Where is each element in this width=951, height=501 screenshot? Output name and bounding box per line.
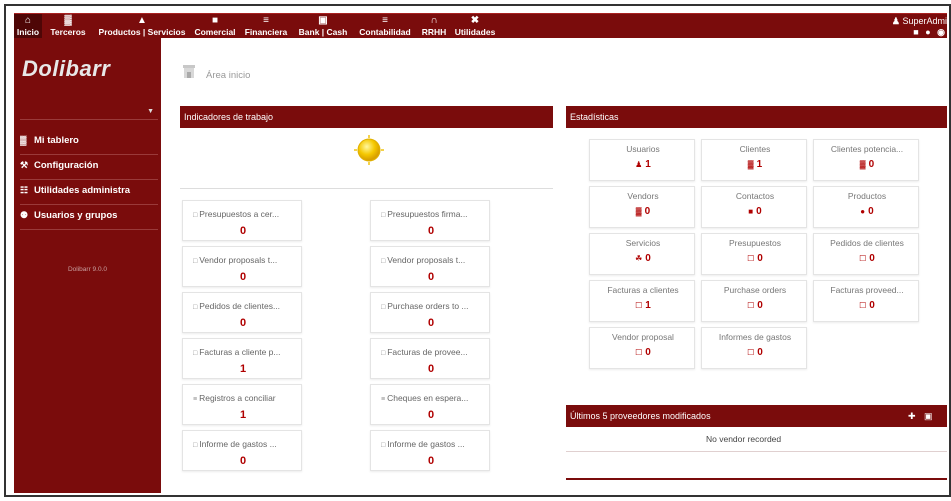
menu-productos-servicios[interactable]: ▲ Productos | Servicios — [94, 14, 190, 39]
people-icon: ∩ — [430, 15, 438, 26]
stat-box[interactable]: Pedidos de clientes ☐ 0 — [813, 233, 919, 275]
expense-report-icon: □ — [381, 442, 386, 449]
money-icon: ≡ — [263, 15, 269, 26]
menu-terceros[interactable]: ▓ Terceros — [44, 14, 92, 39]
sidebar-item-usuarios-grupos[interactable]: ⚉ Usuarios y grupos — [20, 206, 158, 230]
invoice-icon: ☐ — [859, 301, 867, 310]
panel-action-icons[interactable]: ✚ ▣ — [908, 411, 936, 422]
stat-box[interactable]: Facturas a clientes ☐ 1 — [589, 280, 695, 322]
document-icon: □ — [381, 304, 386, 311]
sidebar-item-mi-tablero[interactable]: ▓ Mi tablero — [20, 131, 158, 155]
divider — [180, 188, 553, 189]
list-icon: ☷ — [20, 185, 29, 195]
wrench-icon: ✖ — [470, 15, 480, 26]
menu-utilidades[interactable]: ✖ Utilidades — [452, 14, 498, 39]
stat-box[interactable]: Servicios ☘ 0 — [589, 233, 695, 275]
menu-contabilidad[interactable]: ≡ Contabilidad — [354, 14, 416, 39]
last-vendors-header: Últimos 5 proveedores modificados — [566, 405, 947, 427]
weather-sun-icon — [354, 135, 384, 165]
document-icon: □ — [381, 212, 386, 219]
home-icon — [183, 65, 195, 78]
indicator-card[interactable]: □ Vendor proposals t... 0 — [370, 246, 490, 287]
user-login-link[interactable]: ♟ SuperAdmi — [892, 16, 947, 27]
work-indicators-header: Indicadores de trabajo — [180, 106, 553, 128]
users-icon: ⚉ — [20, 210, 29, 220]
invoice-icon: ☐ — [635, 301, 643, 310]
menu-rrhh[interactable]: ∩ RRHH — [418, 14, 450, 39]
document-icon: ☐ — [635, 348, 643, 357]
document-icon: ☐ — [859, 254, 867, 263]
user-icon: ♟ — [635, 160, 643, 169]
version-label: Dolibarr 9.0.0 — [67, 266, 108, 273]
stat-box[interactable]: Contactos ■ 0 — [701, 186, 807, 228]
indicator-card[interactable]: □ Facturas de provee... 0 — [370, 338, 490, 379]
stat-box[interactable]: Clientes potencia... ▓ 0 — [813, 139, 919, 181]
building-icon: ▓ — [747, 160, 754, 169]
building-icon: ▓ — [859, 160, 866, 169]
stat-box[interactable]: Usuarios ♟ 1 — [589, 139, 695, 181]
cube-icon: ▲ — [137, 15, 147, 26]
home-icon: ⌂ — [24, 15, 32, 26]
stat-box[interactable]: Clientes ▓ 1 — [701, 139, 807, 181]
bank-icon: ▣ — [318, 15, 328, 26]
stat-box[interactable]: Productos ● 0 — [813, 186, 919, 228]
document-icon: □ — [193, 304, 198, 311]
menu-inicio[interactable]: ⌂ Inicio — [14, 14, 42, 39]
page-title: Área inicio — [206, 70, 251, 81]
divider — [566, 451, 947, 452]
bank-icon: ≡ — [193, 396, 198, 403]
top-menu-bar: ⌂ Inicio ▓ Terceros ▲ Productos | Servic… — [14, 13, 947, 39]
stat-box[interactable]: Vendor proposal ☐ 0 — [589, 327, 695, 369]
indicator-card[interactable]: □ Informe de gastos ... 0 — [182, 430, 302, 471]
left-sidebar: Dolibarr ▼ ▓ Mi tablero ⚒ Configuración ☷ U… — [14, 38, 161, 493]
wrench-icon: ⚒ — [20, 160, 29, 170]
invoice-icon: □ — [193, 350, 198, 357]
bank-icon: ≡ — [381, 396, 386, 403]
menu-financiera[interactable]: ≡ Financiera — [240, 14, 292, 39]
stat-box[interactable]: Purchase orders ☐ 0 — [701, 280, 807, 322]
menu-comercial[interactable]: ■ Comercial — [192, 14, 238, 39]
indicator-card[interactable]: □ Vendor proposals t... 0 — [182, 246, 302, 287]
company-logo[interactable]: Dolibarr — [22, 56, 110, 82]
sidebar-item-utilidades-administra[interactable]: ☷ Utilidades administra — [20, 181, 158, 205]
bookmark-select[interactable]: ▼ — [20, 104, 158, 120]
menu-bank-cash[interactable]: ▣ Bank | Cash — [294, 14, 352, 39]
stat-box[interactable]: Facturas proveed... ☐ 0 — [813, 280, 919, 322]
service-icon: ☘ — [635, 254, 643, 263]
chart-icon: ▓ — [64, 15, 72, 26]
user-icon: ♟ — [891, 16, 900, 26]
stat-box[interactable]: Presupuestos ☐ 0 — [701, 233, 807, 275]
document-icon: □ — [381, 258, 386, 265]
expense-report-icon: ☐ — [747, 348, 755, 357]
stat-box[interactable]: Informes de gastos ☐ 0 — [701, 327, 807, 369]
indicator-card[interactable]: □ Facturas a cliente p... 1 — [182, 338, 302, 379]
stat-box[interactable]: Vendors ▓ 0 — [589, 186, 695, 228]
indicator-card[interactable]: □ Presupuestos a cer... 0 — [182, 200, 302, 241]
document-icon: □ — [193, 258, 198, 265]
expense-report-icon: □ — [193, 442, 198, 449]
ledger-icon: ≡ — [382, 15, 388, 26]
indicator-card[interactable]: ≡ Registros a conciliar 1 — [182, 384, 302, 425]
sidebar-item-configuracion[interactable]: ⚒ Configuración — [20, 156, 158, 180]
no-vendor-text: No vendor recorded — [706, 434, 782, 444]
document-icon: □ — [193, 212, 198, 219]
indicator-card[interactable]: □ Pedidos de clientes... 0 — [182, 292, 302, 333]
invoice-icon: □ — [381, 350, 386, 357]
caret-down-icon: ▼ — [147, 108, 154, 115]
indicator-card[interactable]: □ Presupuestos firma... 0 — [370, 200, 490, 241]
document-icon: ☐ — [747, 254, 755, 263]
statistics-header: Estadísticas — [566, 106, 947, 128]
user-action-icons[interactable]: ■ ● ◉ — [892, 27, 947, 38]
contact-card-icon: ■ — [748, 207, 754, 216]
document-icon: ☐ — [747, 301, 755, 310]
product-icon: ● — [860, 207, 866, 216]
indicator-card[interactable]: □ Purchase orders to ... 0 — [370, 292, 490, 333]
user-box: ♟ SuperAdmi ■ ● ◉ — [892, 16, 947, 38]
building-icon: ▓ — [635, 207, 642, 216]
indicator-card[interactable]: □ Informe de gastos ... 0 — [370, 430, 490, 471]
divider — [566, 478, 947, 480]
bar-chart-icon: ▓ — [20, 135, 27, 145]
indicator-card[interactable]: ≡ Cheques en espera... 0 — [370, 384, 490, 425]
suitcase-icon: ■ — [211, 15, 219, 26]
